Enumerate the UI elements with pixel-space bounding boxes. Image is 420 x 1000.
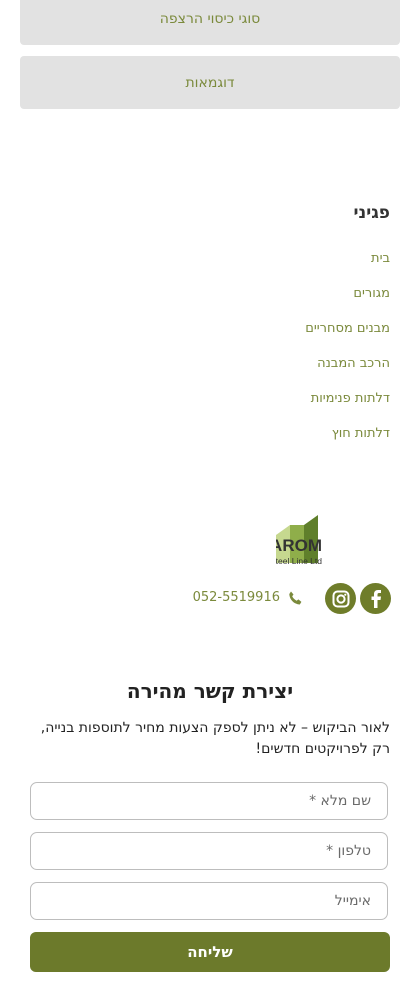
logo-wordmark: MAROM (276, 536, 322, 555)
marom-logo[interactable]: MAROM Steel Line Ltd. (256, 513, 390, 567)
phone-contact[interactable]: 052-5519916 (193, 590, 302, 605)
email-field[interactable] (30, 882, 388, 920)
page-link-home[interactable]: בית (371, 251, 390, 266)
floor-coverings-button[interactable]: סוגי כיסוי הרצפה (20, 0, 400, 45)
quick-contact-title: יצירת קשר מהירה (126, 679, 294, 703)
page-link-exterior-doors[interactable]: דלתות חוץ (332, 426, 390, 441)
page-link-residential[interactable]: מגורים (353, 286, 390, 301)
phone-field[interactable] (30, 832, 388, 870)
page-link-commercial[interactable]: מבנים מסחריים (305, 321, 390, 336)
instagram-icon[interactable] (325, 583, 356, 614)
examples-button[interactable]: דוגמאות (20, 56, 400, 109)
page-link-structure[interactable]: הרכב המבנה (317, 356, 390, 371)
phone-number[interactable]: 052-5519916 (193, 590, 280, 605)
facebook-icon[interactable] (360, 583, 391, 614)
logo-subtitle: Steel Line Ltd. (276, 556, 322, 566)
page-link-interior-doors[interactable]: דלתות פנימיות (311, 391, 390, 406)
full-name-field[interactable] (30, 782, 388, 820)
phone-icon (289, 591, 302, 604)
pages-heading: פגיני (353, 203, 391, 223)
submit-button[interactable]: שליחה (30, 932, 390, 972)
form-notice: לאור הביקוש – לא ניתן לספק הצעות מחיר לת… (40, 720, 390, 757)
